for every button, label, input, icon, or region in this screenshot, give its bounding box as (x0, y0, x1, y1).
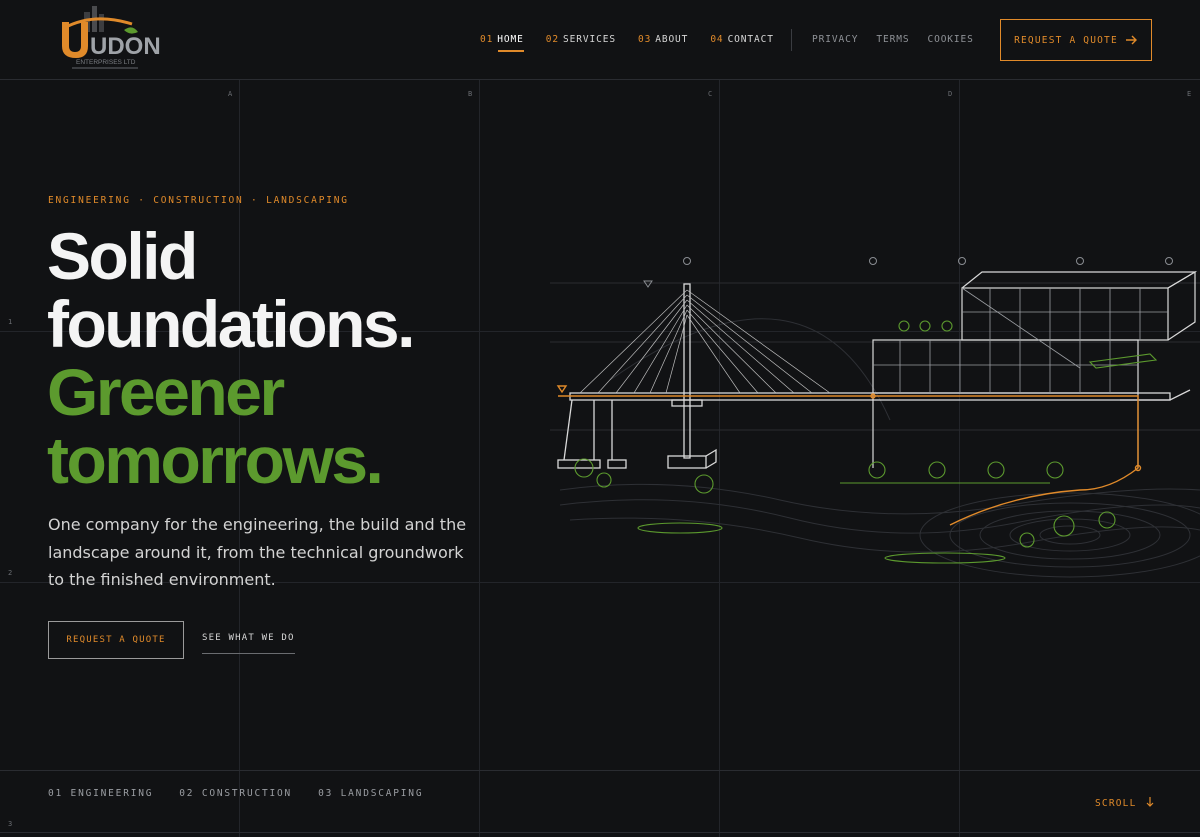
nav-number: 01 (480, 34, 494, 45)
headline-line-green: tomorrows. (47, 423, 384, 497)
hero-description: One company for the engineering, the bui… (48, 515, 467, 589)
nav-number: 03 (637, 34, 652, 45)
headline-line: foundations. (47, 287, 415, 361)
primary-nav: 01 HOME 02 SERVICES 03 ABOUT 04 CONTACT (480, 34, 774, 52)
see-what-we-do-link[interactable]: SEE WHAT WE DO (202, 633, 295, 654)
nav-number: 02 (545, 34, 559, 45)
nav-divider (791, 29, 792, 51)
logo-mark: UDON ENTERPRISES LTD (62, 6, 161, 69)
nav-item-contact[interactable]: 04 CONTACT (710, 34, 774, 45)
hero-headline: Solid foundations. Greener tomorrows. (47, 219, 415, 497)
grid-line (479, 80, 480, 837)
discipline-landscaping[interactable]: 03 LANDSCAPING (318, 788, 423, 799)
logo-wordmark: UDON (90, 33, 161, 60)
nav-number: 04 (710, 34, 724, 45)
grid-column-label: E (1187, 90, 1192, 98)
grid-column-label: A (228, 90, 233, 98)
hero-request-quote-button[interactable]: REQUEST A QUOTE (48, 621, 184, 659)
scroll-indicator[interactable]: SCROLL (1095, 797, 1154, 809)
hero-eyebrow: ENGINEERING · CONSTRUCTION · LANDSCAPING (48, 195, 349, 206)
grid-column-label: B (468, 90, 473, 98)
discipline-strip (0, 770, 1200, 833)
grid-column-label: D (948, 90, 953, 98)
nav-label: SERVICES (562, 34, 616, 45)
discipline-engineering[interactable]: 01 ENGINEERING (48, 788, 153, 799)
nav-link-terms[interactable]: TERMS (876, 34, 909, 45)
discipline-list: 01 ENGINEERING 02 CONSTRUCTION 03 LANDSC… (48, 788, 423, 799)
logo-subtext: ENTERPRISES LTD (76, 59, 136, 66)
headline-line-green: Greener (47, 355, 285, 429)
nav-item-home[interactable]: 01 HOME (480, 34, 524, 52)
site-header: UDON ENTERPRISES LTD 01 HOME 02 SERVICES 0… (0, 0, 1200, 80)
secondary-nav: PRIVACY TERMS COOKIES (812, 34, 974, 45)
nav-link-privacy[interactable]: PRIVACY (812, 34, 858, 45)
quote-button-label: REQUEST A QUOTE (1014, 34, 1118, 46)
nav-item-services[interactable]: 02 SERVICES (546, 34, 616, 45)
arrow-down-icon (1147, 797, 1154, 807)
nav-label: CONTACT (727, 34, 774, 45)
nav-item-about[interactable]: 03 ABOUT (638, 34, 688, 45)
grid-row-label: 2 (8, 569, 13, 577)
blueprint-illustration (550, 257, 1200, 578)
nav-label: HOME (497, 34, 524, 45)
company-logo[interactable]: UDON ENTERPRISES LTD (54, 2, 162, 74)
header-request-quote-button[interactable]: REQUEST A QUOTE (1000, 19, 1152, 61)
headline-line: Solid (47, 219, 198, 293)
arrow-right-icon (1125, 35, 1137, 45)
scroll-label: SCROLL (1095, 798, 1137, 809)
nav-link-cookies[interactable]: COOKIES (927, 34, 973, 45)
discipline-construction[interactable]: 02 CONSTRUCTION (179, 788, 292, 799)
grid-column-label: C (708, 90, 713, 98)
nav-label: ABOUT (655, 34, 689, 45)
grid-row-label: 1 (8, 318, 13, 326)
